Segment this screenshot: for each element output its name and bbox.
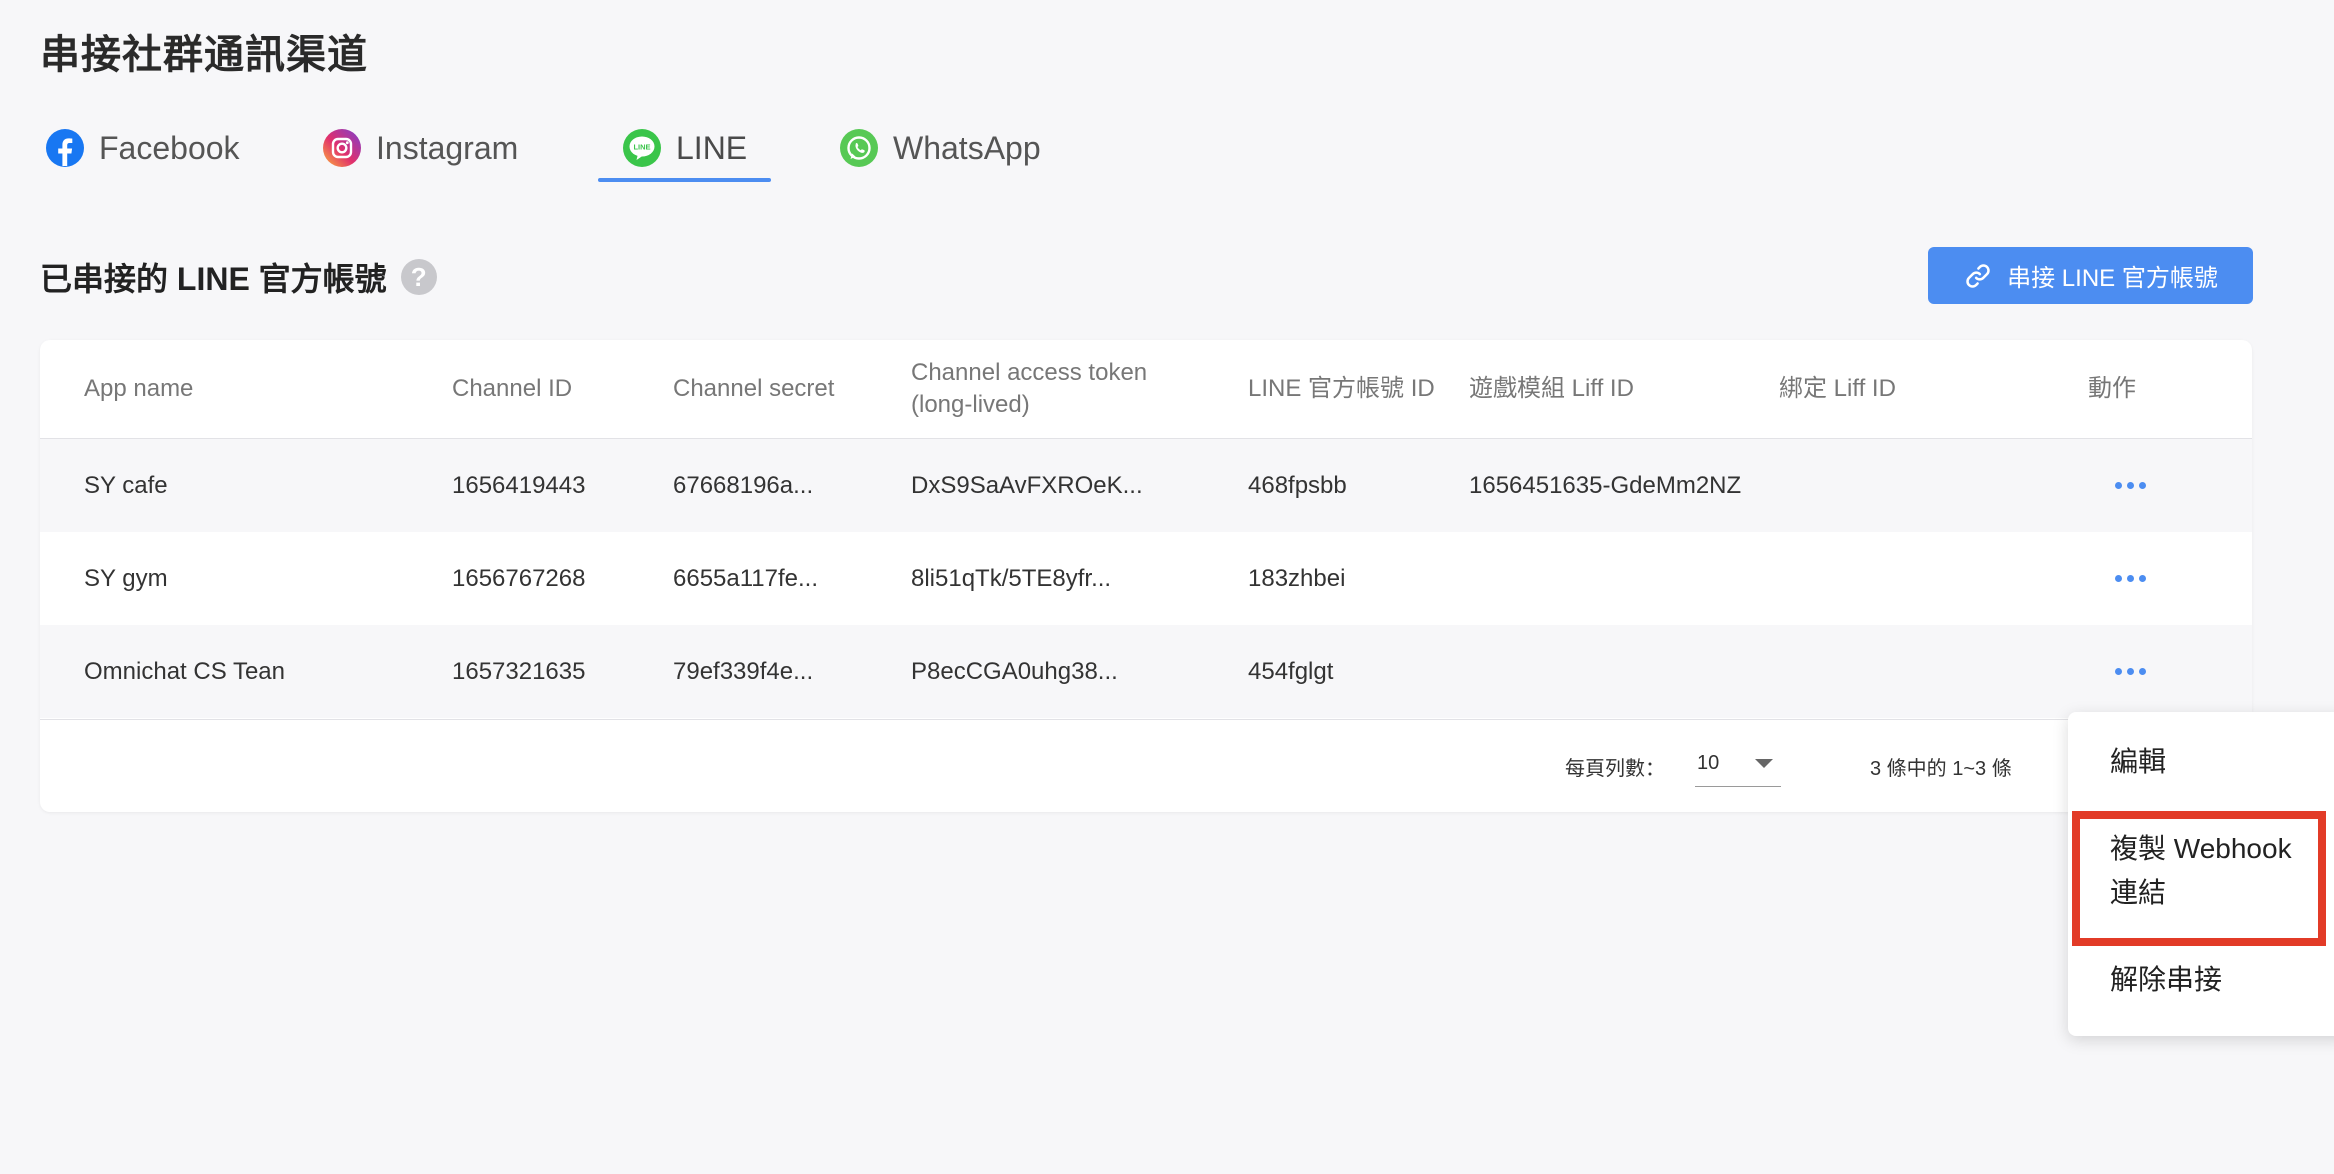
link-icon — [1966, 263, 1990, 288]
chevron-down-icon — [1755, 758, 1773, 768]
tab-instagram-label: Instagram — [376, 130, 519, 166]
row-actions-more-icon[interactable] — [2100, 532, 2160, 625]
section-title: 已串接的 LINE 官方帳號 — [40, 261, 387, 297]
cell-app-name: Omnichat CS Tean — [84, 657, 285, 685]
tab-whatsapp-label: WhatsApp — [893, 130, 1041, 166]
menu-item-copy-webhook-link[interactable]: 複製 Webhook 連結 — [2110, 827, 2292, 915]
row-actions-more-icon[interactable] — [2100, 439, 2160, 532]
column-header-channel-id: Channel ID — [452, 375, 573, 402]
tab-line[interactable]: LINE LINE — [597, 120, 772, 182]
cell-channel-secret: 79ef339f4e... — [673, 657, 814, 685]
table-row: Omnichat CS Tean 1657321635 79ef339f4e..… — [40, 625, 2252, 718]
facebook-icon — [46, 129, 84, 167]
tab-whatsapp[interactable]: WhatsApp — [839, 120, 1041, 182]
tab-instagram[interactable]: Instagram — [322, 120, 518, 182]
table-row: SY gym 1656767268 6655a117fe... 8li51qTk… — [40, 532, 2252, 625]
connect-line-account-button[interactable]: 串接 LINE 官方帳號 — [1928, 247, 2253, 304]
svg-text:LINE: LINE — [633, 143, 650, 152]
cell-access-token: DxS9SaAvFXROeK... — [911, 471, 1143, 499]
row-actions-menu: 編輯 複製 Webhook 連結 解除串接 — [2068, 712, 2334, 1036]
cell-game-liff-id: 1656451635-GdeMm2NZ — [1469, 471, 1742, 499]
cell-channel-secret: 67668196a... — [673, 471, 814, 499]
cell-official-id: 183zhbei — [1248, 564, 1346, 592]
column-header-channel-secret: Channel secret — [673, 375, 835, 402]
cell-channel-secret: 6655a117fe... — [673, 564, 819, 592]
whatsapp-icon — [840, 129, 878, 167]
section-header: 已串接的 LINE 官方帳號 ? — [40, 254, 437, 300]
cell-official-id: 454fglgt — [1248, 657, 1334, 685]
page-title: 串接社群通訊渠道 — [40, 33, 368, 77]
table-row: SY cafe 1656419443 67668196a... DxS9SaAv… — [40, 439, 2252, 532]
column-header-actions: 動作 — [2088, 375, 2136, 402]
pagination-range: 3 條中的 1~3 條 — [1870, 758, 2012, 780]
instagram-icon — [323, 129, 361, 167]
cell-access-token: P8ecCGA0uhg38... — [911, 657, 1118, 685]
connect-button-label: 串接 LINE 官方帳號 — [2007, 265, 2218, 292]
cell-app-name: SY gym — [84, 564, 168, 592]
menu-item-edit[interactable]: 編輯 — [2110, 740, 2166, 784]
tab-facebook[interactable]: Facebook — [45, 120, 240, 182]
cell-channel-id: 1656767268 — [452, 564, 586, 592]
table-header: App name Channel ID Channel secret Chann… — [40, 340, 2252, 439]
column-header-access-token: Channel access token (long-lived) — [911, 359, 1148, 418]
cell-channel-id: 1657321635 — [452, 657, 586, 685]
menu-item-disconnect[interactable]: 解除串接 — [2110, 958, 2222, 1002]
tab-line-label: LINE — [676, 130, 748, 166]
rows-per-page-value: 10 — [1697, 751, 1720, 774]
help-icon[interactable]: ? — [400, 259, 437, 295]
tab-facebook-label: Facebook — [99, 130, 240, 166]
table-footer-divider — [40, 719, 2252, 720]
cell-channel-id: 1656419443 — [452, 471, 586, 499]
cell-access-token: 8li51qTk/5TE8yfr... — [911, 564, 1112, 592]
row-actions-more-icon[interactable] — [2100, 625, 2160, 718]
accounts-table-card: App name Channel ID Channel secret Chann… — [40, 340, 2252, 812]
column-header-bind-liff-id: 綁定 Liff ID — [1779, 375, 1896, 402]
rows-per-page-label: 每頁列數： — [1565, 758, 1665, 780]
cell-official-id: 468fpsbb — [1248, 471, 1347, 499]
column-header-app-name: App name — [84, 375, 194, 402]
cell-app-name: SY cafe — [84, 471, 168, 499]
column-header-game-liff-id: 遊戲模組 Liff ID — [1469, 375, 1634, 402]
rows-per-page-select[interactable]: 10 — [1695, 740, 1781, 787]
line-icon: LINE — [623, 129, 661, 167]
column-header-official-id: LINE 官方帳號 ID — [1248, 375, 1435, 402]
